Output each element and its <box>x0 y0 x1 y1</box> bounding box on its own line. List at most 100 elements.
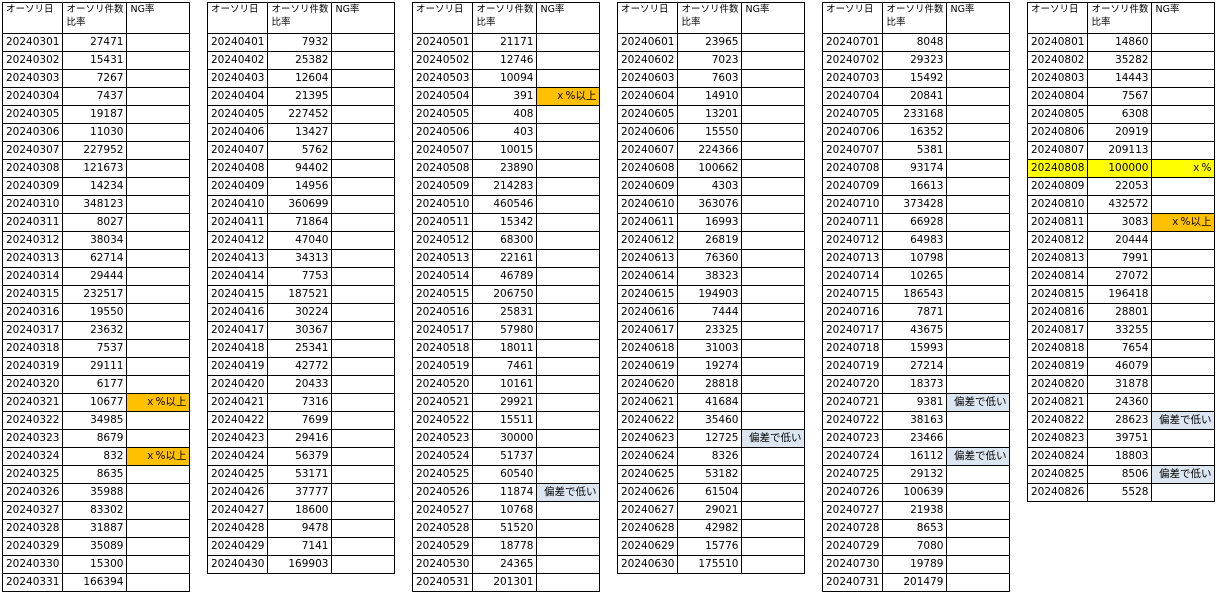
date-cell[interactable]: 20240721 <box>821 393 884 412</box>
date-cell[interactable]: 20240317 <box>1 321 64 340</box>
date-cell[interactable]: 20240606 <box>616 123 679 142</box>
count-cell[interactable]: 93174 <box>882 159 948 178</box>
count-cell[interactable]: 64983 <box>882 231 948 250</box>
count-cell[interactable]: 25831 <box>472 303 538 322</box>
ng-rate-cell[interactable] <box>1151 339 1216 358</box>
ng-rate-cell[interactable] <box>1151 195 1216 214</box>
ng-rate-cell[interactable] <box>1151 429 1216 448</box>
header-count-cell[interactable]: オーソリ件数 比率 <box>882 2 948 34</box>
count-cell[interactable]: 24360 <box>1087 393 1153 412</box>
date-cell[interactable]: 20240812 <box>1026 231 1089 250</box>
date-cell[interactable]: 20240604 <box>616 87 679 106</box>
count-cell[interactable]: 46789 <box>472 267 538 286</box>
ng-rate-cell[interactable] <box>741 339 806 358</box>
count-cell[interactable]: 8326 <box>677 447 743 466</box>
date-cell[interactable]: 20240719 <box>821 357 884 376</box>
ng-rate-cell[interactable] <box>946 33 1011 52</box>
ng-rate-cell[interactable] <box>331 555 396 574</box>
date-cell[interactable]: 20240707 <box>821 141 884 160</box>
header-ng-cell[interactable]: NG率 <box>126 2 191 34</box>
count-cell[interactable]: 34313 <box>267 249 333 268</box>
count-cell[interactable]: 22053 <box>1087 177 1153 196</box>
date-cell[interactable]: 20240413 <box>206 249 269 268</box>
ng-rate-cell[interactable] <box>331 411 396 430</box>
ng-rate-cell[interactable] <box>536 321 601 340</box>
date-cell[interactable]: 20240727 <box>821 501 884 520</box>
date-cell[interactable]: 20240425 <box>206 465 269 484</box>
date-cell[interactable]: 20240729 <box>821 537 884 556</box>
count-cell[interactable]: 19274 <box>677 357 743 376</box>
ng-rate-cell[interactable] <box>331 483 396 502</box>
ng-rate-cell[interactable]: 偏差で低い <box>946 447 1011 466</box>
date-cell[interactable]: 20240519 <box>411 357 474 376</box>
count-cell[interactable]: 227952 <box>62 141 128 160</box>
date-cell[interactable]: 20240327 <box>1 501 64 520</box>
date-cell[interactable]: 20240806 <box>1026 123 1089 142</box>
count-cell[interactable]: 25341 <box>267 339 333 358</box>
count-cell[interactable]: 7603 <box>677 69 743 88</box>
count-cell[interactable]: 10768 <box>472 501 538 520</box>
ng-rate-cell[interactable] <box>331 537 396 556</box>
ng-rate-cell[interactable] <box>126 519 191 538</box>
ng-rate-cell[interactable] <box>946 159 1011 178</box>
ng-rate-cell[interactable] <box>126 357 191 376</box>
ng-rate-cell[interactable] <box>126 537 191 556</box>
date-cell[interactable]: 20240331 <box>1 573 64 592</box>
ng-rate-cell[interactable] <box>331 195 396 214</box>
count-cell[interactable]: 214283 <box>472 177 538 196</box>
ng-rate-cell[interactable] <box>126 87 191 106</box>
count-cell[interactable]: 29921 <box>472 393 538 412</box>
date-cell[interactable]: 20240507 <box>411 141 474 160</box>
date-cell[interactable]: 20240625 <box>616 465 679 484</box>
count-cell[interactable]: 7437 <box>62 87 128 106</box>
count-cell[interactable]: 30224 <box>267 303 333 322</box>
ng-rate-cell[interactable] <box>126 195 191 214</box>
count-cell[interactable]: 11874 <box>472 483 538 502</box>
header-count-cell[interactable]: オーソリ件数 比率 <box>677 2 743 34</box>
ng-rate-cell[interactable] <box>331 429 396 448</box>
date-cell[interactable]: 20240326 <box>1 483 64 502</box>
date-cell[interactable]: 20240311 <box>1 213 64 232</box>
ng-rate-cell[interactable] <box>126 33 191 52</box>
count-cell[interactable]: 7699 <box>267 411 333 430</box>
date-cell[interactable]: 20240624 <box>616 447 679 466</box>
count-cell[interactable]: 35460 <box>677 411 743 430</box>
ng-rate-cell[interactable] <box>946 69 1011 88</box>
date-cell[interactable]: 20240609 <box>616 177 679 196</box>
count-cell[interactable]: 5528 <box>1087 483 1153 502</box>
ng-rate-cell[interactable] <box>331 267 396 286</box>
date-cell[interactable]: 20240818 <box>1026 339 1089 358</box>
date-cell[interactable]: 20240406 <box>206 123 269 142</box>
date-cell[interactable]: 20240808 <box>1026 159 1089 178</box>
ng-rate-cell[interactable] <box>946 339 1011 358</box>
ng-rate-cell[interactable] <box>1151 483 1216 502</box>
ng-rate-cell[interactable] <box>741 321 806 340</box>
ng-rate-cell[interactable] <box>126 375 191 394</box>
date-cell[interactable]: 20240319 <box>1 357 64 376</box>
date-cell[interactable]: 20240717 <box>821 321 884 340</box>
count-cell[interactable]: 373428 <box>882 195 948 214</box>
date-cell[interactable]: 20240502 <box>411 51 474 70</box>
date-cell[interactable]: 20240619 <box>616 357 679 376</box>
count-cell[interactable]: 29416 <box>267 429 333 448</box>
ng-rate-cell[interactable] <box>126 339 191 358</box>
date-cell[interactable]: 20240521 <box>411 393 474 412</box>
count-cell[interactable]: 187521 <box>267 285 333 304</box>
date-cell[interactable]: 20240412 <box>206 231 269 250</box>
date-cell[interactable]: 20240518 <box>411 339 474 358</box>
ng-rate-cell[interactable] <box>741 141 806 160</box>
ng-rate-cell[interactable] <box>331 519 396 538</box>
ng-rate-cell[interactable] <box>536 123 601 142</box>
ng-rate-cell[interactable] <box>536 51 601 70</box>
date-cell[interactable]: 20240715 <box>821 285 884 304</box>
count-cell[interactable]: 8635 <box>62 465 128 484</box>
ng-rate-cell[interactable] <box>946 519 1011 538</box>
count-cell[interactable]: 31003 <box>677 339 743 358</box>
date-cell[interactable]: 20240308 <box>1 159 64 178</box>
count-cell[interactable]: 51737 <box>472 447 538 466</box>
count-cell[interactable]: 16352 <box>882 123 948 142</box>
count-cell[interactable]: 14234 <box>62 177 128 196</box>
count-cell[interactable]: 7654 <box>1087 339 1153 358</box>
date-cell[interactable]: 20240401 <box>206 33 269 52</box>
ng-rate-cell[interactable] <box>331 357 396 376</box>
